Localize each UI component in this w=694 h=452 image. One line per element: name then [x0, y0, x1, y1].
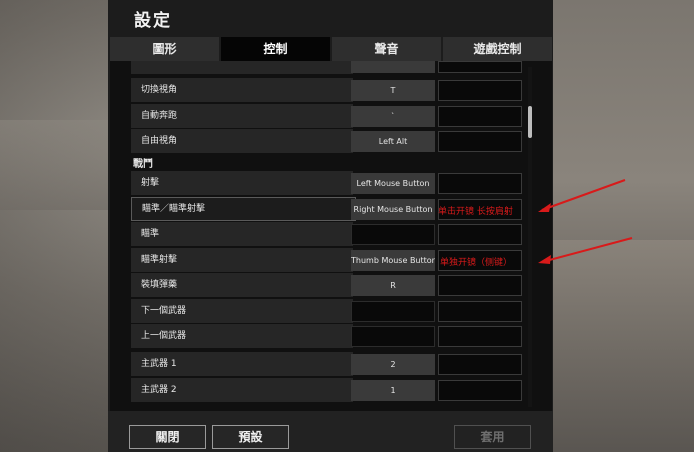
annotation-arrows — [538, 179, 633, 264]
arrow-2-icon — [538, 237, 633, 264]
arrow-1-icon — [538, 179, 626, 212]
